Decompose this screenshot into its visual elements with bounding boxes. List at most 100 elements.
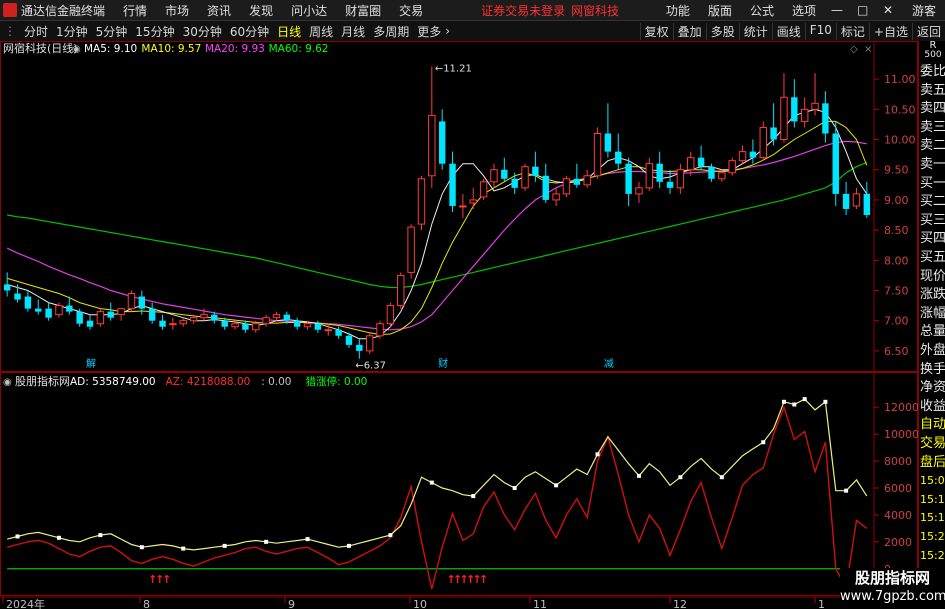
candle-body-up	[55, 305, 63, 316]
menu-item-banmian[interactable]: 版面	[699, 2, 741, 19]
panel-label-17: 净资	[920, 380, 945, 396]
indicator-legend-1: AZ: 4218088.00	[166, 376, 251, 388]
panel-label-6: 买一	[920, 175, 945, 191]
event-mark-1: 财	[438, 357, 448, 370]
candle-body-up	[593, 133, 602, 177]
candle-body-down	[542, 175, 549, 200]
menu-item-jiaoyi[interactable]: 交易	[390, 2, 432, 19]
candle-body-up	[127, 293, 136, 310]
menu-item-xuanxiang[interactable]: 选项	[783, 2, 825, 19]
tab-multi-period[interactable]: 多周期	[369, 23, 413, 40]
indicator-dot-icon: ◉	[3, 377, 12, 388]
x-tick-label: 10	[413, 598, 427, 609]
mark-button[interactable]: 标记	[835, 22, 869, 40]
high-price-annotation: ←11.21	[435, 63, 472, 74]
add-watchlist-button[interactable]: +自选	[868, 22, 912, 40]
candle-body-up	[780, 96, 788, 141]
indicator-tick-label: 2000	[884, 536, 912, 549]
candle-body-up	[645, 163, 654, 189]
maximize-icon[interactable]: □	[851, 3, 877, 17]
tab-1min[interactable]: 1分钟	[52, 23, 92, 40]
chevron-right-icon[interactable]: ›	[445, 24, 450, 38]
overlay-button[interactable]: 叠加	[672, 22, 706, 40]
menu-item-gongshi[interactable]: 公式	[741, 2, 783, 19]
tab-5min[interactable]: 5分钟	[92, 23, 132, 40]
ad-marker	[222, 543, 227, 548]
menu-item-hangqing[interactable]: 行情	[114, 2, 156, 19]
az-line	[7, 405, 868, 590]
minimize-icon[interactable]: —	[825, 3, 851, 17]
tab-monthly[interactable]: 月线	[337, 23, 369, 40]
menu-item-gongneng[interactable]: 功能	[657, 2, 699, 19]
candle-body-up	[800, 108, 809, 122]
indicator-tick-label: 10000	[884, 428, 918, 441]
panel-label-1: 卖五	[920, 82, 945, 98]
user-label[interactable]: 游客	[903, 2, 945, 19]
draw-line-button[interactable]: 画线	[771, 22, 805, 40]
tab-30min[interactable]: 30分钟	[179, 23, 226, 40]
tab-weekly[interactable]: 周线	[305, 23, 337, 40]
candle-body-up	[179, 320, 187, 325]
menu-item-caifuquan[interactable]: 财富圈	[336, 2, 390, 19]
ad-marker	[761, 440, 766, 445]
candle-body-down	[86, 320, 94, 327]
panel-label-13: 涨幅	[920, 305, 945, 321]
ad-line	[7, 398, 868, 551]
candle-body-down	[822, 103, 829, 134]
panel-label-11: 现价	[920, 268, 945, 284]
panel-label-26: 15:23	[920, 548, 945, 562]
fuquan-button[interactable]: 复权	[639, 22, 673, 40]
indicator-tick-label: 12000	[884, 401, 918, 414]
x-tick-label: 9	[288, 598, 295, 609]
candle-body-down	[335, 329, 342, 336]
panel-close-icon: ×	[864, 44, 872, 55]
menu-item-wenxiaoda[interactable]: 问小达	[282, 2, 336, 19]
multi-stock-button[interactable]: 多股	[705, 22, 739, 40]
candle-body-down	[625, 163, 632, 194]
kline-chart[interactable]: 网宿科技(日线)◉ MA5: 9.10 MA10: 9.57 MA20: 9.93 MA…	[0, 41, 918, 609]
candle-body-up	[759, 126, 767, 159]
ad-marker	[56, 535, 61, 540]
tab-60min[interactable]: 60分钟	[226, 23, 273, 40]
x-tick-label: 12	[673, 598, 687, 609]
ad-marker	[346, 543, 351, 548]
close-icon[interactable]: ✕	[877, 3, 903, 17]
panel-label-19: 自动	[920, 417, 945, 433]
candle-body-down	[842, 193, 850, 209]
f10-button[interactable]: F10	[804, 22, 836, 40]
low-price-annotation: ←6.37	[355, 361, 386, 372]
panel-label-8: 买三	[920, 212, 945, 228]
stock-title: 网宿科技(日线)	[3, 41, 78, 55]
candle-body-up	[365, 335, 374, 352]
menu-item-shichang[interactable]: 市场	[156, 2, 198, 19]
candle-body-down	[3, 284, 11, 291]
x-tick-label: 1	[818, 598, 825, 609]
price-tick-label: 10.00	[884, 134, 916, 147]
candle-body-up	[479, 181, 488, 198]
candle-body-up	[728, 160, 736, 174]
candle-body-up	[231, 323, 239, 328]
panel-label-2: 卖四	[920, 101, 945, 117]
panel-label-9: 买四	[920, 231, 945, 247]
tab-daily[interactable]: 日线	[273, 23, 305, 40]
candle-body-up	[718, 172, 726, 180]
tab-15min[interactable]: 15分钟	[131, 23, 178, 40]
stats-button[interactable]: 统计	[738, 22, 772, 40]
panel-label-7: 买二	[920, 194, 945, 210]
candle-body-up	[738, 151, 747, 162]
trade-login-notice[interactable]: 证券交易未登录	[472, 2, 567, 19]
menu-item-zixun[interactable]: 资讯	[198, 2, 240, 19]
indicator-tick-label: 4000	[884, 509, 912, 522]
price-tick-label: 10.50	[884, 103, 916, 116]
tab-more[interactable]: 更多	[413, 23, 445, 40]
indicator-legend-0: AD: 5358749.00	[70, 376, 156, 388]
menu-item-faxian[interactable]: 发现	[240, 2, 282, 19]
indicator-tick-label: 6000	[884, 482, 912, 495]
tab-fenshi[interactable]: 分时	[20, 23, 52, 40]
panel-label-3: 卖三	[920, 119, 945, 135]
candle-body-up	[96, 311, 105, 325]
candle-body-down	[656, 163, 663, 182]
menu-bar: 通达信金融终端 行情 市场 资讯 发现 问小达 财富圈 交易 证券交易未登录 网…	[0, 0, 945, 21]
back-button[interactable]: 返回	[911, 22, 945, 40]
candle-body-down	[293, 320, 301, 327]
